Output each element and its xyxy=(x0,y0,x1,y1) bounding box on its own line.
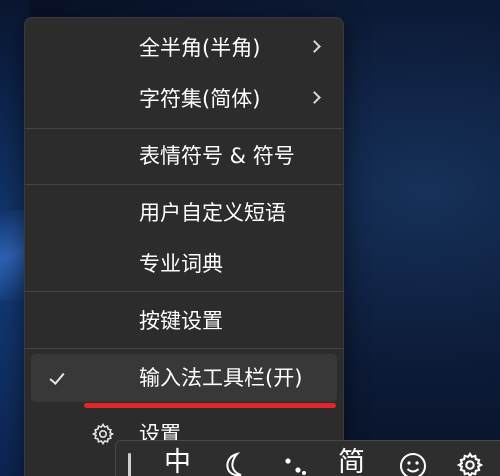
menu-item-emoji-symbols[interactable]: 表情符号 & 符号 xyxy=(31,132,337,180)
menu-divider xyxy=(25,348,343,349)
menu-item-full-half-width[interactable]: 全半角(半角) xyxy=(31,24,337,72)
menu-item-label: 按键设置 xyxy=(139,309,223,333)
menu-item-key-settings[interactable]: 按键设置 xyxy=(31,297,337,345)
red-annotation-underline xyxy=(84,403,336,408)
input-mode-button[interactable]: 中 xyxy=(164,445,191,476)
half-moon-icon[interactable] xyxy=(222,451,246,476)
drag-handle[interactable] xyxy=(128,453,131,476)
menu-item-label: 表情符号 & 符号 xyxy=(139,144,295,168)
menu-item-label: 专业词典 xyxy=(139,252,223,276)
menu-item-label: 输入法工具栏(开) xyxy=(139,366,303,390)
menu-item-label: 字符集(简体) xyxy=(139,87,261,111)
emoji-icon[interactable] xyxy=(398,451,428,476)
ime-toolbar: 中 简 xyxy=(115,440,500,476)
gear-icon[interactable] xyxy=(456,451,484,476)
menu-divider xyxy=(25,291,343,292)
menu-item-professional-dictionary[interactable]: 专业词典 xyxy=(31,240,337,288)
menu-divider xyxy=(25,128,343,129)
menu-item-user-phrases[interactable]: 用户自定义短语 xyxy=(31,189,337,237)
chevron-right-icon xyxy=(308,40,321,53)
menu-item-ime-toolbar[interactable]: 输入法工具栏(开) xyxy=(31,354,337,402)
menu-item-label: 全半角(半角) xyxy=(139,36,261,60)
chevron-right-icon xyxy=(308,91,321,104)
menu-item-label: 用户自定义短语 xyxy=(139,201,286,225)
charset-button[interactable]: 简 xyxy=(338,445,365,476)
punctuation-icon[interactable] xyxy=(282,451,308,476)
gear-icon xyxy=(91,423,115,445)
menu-divider xyxy=(25,184,343,185)
wallpaper-light-streak xyxy=(0,210,26,300)
checkmark-icon xyxy=(49,369,65,385)
menu-item-charset[interactable]: 字符集(简体) xyxy=(31,75,337,123)
